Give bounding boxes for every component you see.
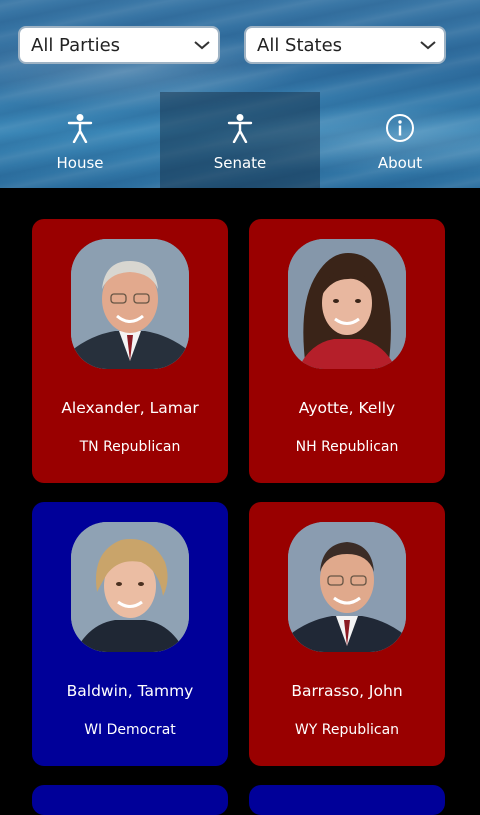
app-header: All Parties All States House Senate Abou… xyxy=(0,0,480,188)
member-name: Alexander, Lamar xyxy=(61,399,199,417)
member-photo xyxy=(288,239,406,369)
members-grid: Alexander, Lamar TN Republican Ayotte, K… xyxy=(0,188,480,815)
member-card[interactable]: Barrasso, John WY Republican xyxy=(249,502,445,766)
state-filter-value: All States xyxy=(257,34,343,56)
party-filter-dropdown[interactable]: All Parties xyxy=(18,26,220,64)
person-icon xyxy=(227,112,253,144)
party-filter-value: All Parties xyxy=(31,34,121,56)
nav-tabs: House Senate About xyxy=(0,92,480,188)
member-party: WY Republican xyxy=(294,722,400,738)
member-card[interactable]: Baldwin, Tammy WI Democrat xyxy=(32,502,228,766)
info-icon xyxy=(385,112,415,144)
member-card[interactable] xyxy=(32,785,228,815)
tab-senate-label: Senate xyxy=(213,154,267,172)
member-card[interactable] xyxy=(249,785,445,815)
tab-house[interactable]: House xyxy=(0,92,160,188)
member-photo xyxy=(71,239,189,369)
tab-senate[interactable]: Senate xyxy=(160,92,320,188)
tab-house-label: House xyxy=(56,154,104,172)
member-photo xyxy=(71,522,189,652)
member-name: Ayotte, Kelly xyxy=(298,399,396,417)
tab-about[interactable]: About xyxy=(320,92,480,188)
member-card[interactable]: Alexander, Lamar TN Republican xyxy=(32,219,228,483)
member-party: NH Republican xyxy=(295,439,399,455)
chevron-down-icon xyxy=(186,39,218,51)
member-party: TN Republican xyxy=(79,439,181,455)
person-icon xyxy=(67,112,93,144)
member-card[interactable]: Ayotte, Kelly NH Republican xyxy=(249,219,445,483)
state-filter-dropdown[interactable]: All States xyxy=(244,26,446,64)
member-name: Baldwin, Tammy xyxy=(66,682,194,700)
member-party: WI Democrat xyxy=(84,722,176,738)
tab-about-label: About xyxy=(377,154,423,172)
member-photo xyxy=(288,522,406,652)
chevron-down-icon xyxy=(412,39,444,51)
member-name: Barrasso, John xyxy=(291,682,403,700)
